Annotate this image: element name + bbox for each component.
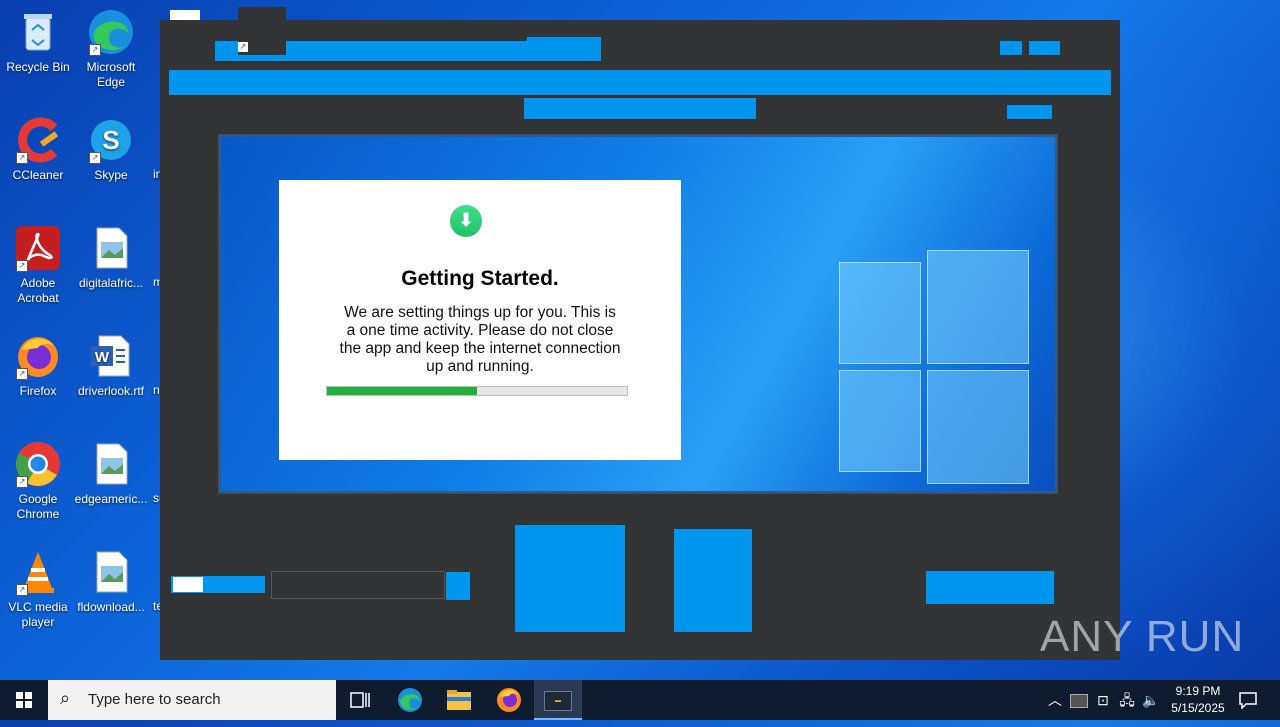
windows-start-icon bbox=[16, 692, 32, 708]
taskbar-edge-icon[interactable] bbox=[386, 680, 434, 720]
vlc-icon: ↗ bbox=[14, 548, 62, 596]
progress-fill bbox=[327, 387, 477, 395]
desktop-icon-label: fldownload... bbox=[77, 600, 145, 614]
shortcut-arrow-icon: ↗ bbox=[16, 260, 28, 272]
minimize-button[interactable] bbox=[1000, 41, 1022, 55]
dialog-title: Getting Started. bbox=[401, 267, 559, 290]
desktop-icon-recycle-bin[interactable]: Recycle Bin bbox=[0, 8, 76, 75]
windows-logo-icon bbox=[839, 242, 1029, 484]
desktop-icon-label-partial: n bbox=[153, 383, 160, 397]
clock-date: 5/15/2025 bbox=[1171, 701, 1225, 715]
edge-icon: ↗ bbox=[87, 8, 135, 56]
desktop-icon-label: VLC media player bbox=[8, 600, 68, 629]
tray-app-icon[interactable] bbox=[1070, 680, 1088, 720]
browse-button[interactable] bbox=[446, 572, 470, 600]
recycle-bin-icon bbox=[14, 8, 62, 56]
taskbar: ⌕ Type here to search ▬ ︿ ⊡ 🖧 🔈 9:19 PM … bbox=[0, 680, 1280, 720]
chrome-icon: ↗ bbox=[14, 440, 62, 488]
anyrun-watermark: ANY RUN bbox=[1040, 612, 1245, 661]
dialog-message: We are setting things up for you. This i… bbox=[339, 304, 621, 375]
acrobat-icon: ↗ bbox=[14, 224, 62, 272]
shortcut-arrow-icon: ↗ bbox=[238, 42, 248, 52]
ccleaner-icon: ↗ bbox=[14, 116, 62, 164]
desktop-icon-label: Adobe Acrobat bbox=[17, 276, 59, 305]
taskbar-firefox-icon[interactable] bbox=[485, 680, 533, 720]
desktop-icon-edgeameric[interactable]: edgeameric... bbox=[73, 440, 149, 507]
shortcut-arrow-icon: ↗ bbox=[89, 152, 101, 164]
desktop-icon-chrome[interactable]: ↗ Google Chrome bbox=[0, 440, 76, 522]
desktop-icon-vlc[interactable]: ↗ VLC media player bbox=[0, 548, 76, 630]
path-input[interactable] bbox=[271, 571, 445, 599]
running-app-icon: ▬ bbox=[544, 691, 572, 711]
progress-bar bbox=[326, 386, 628, 396]
shortcut-arrow-icon: ↗ bbox=[16, 584, 28, 596]
desktop-icon-label: edgeameric... bbox=[74, 492, 148, 506]
close-button[interactable] bbox=[1029, 41, 1060, 55]
desktop-icon-edge[interactable]: ↗ Microsoft Edge bbox=[73, 8, 149, 90]
shortcut-arrow-icon: ↗ bbox=[89, 44, 101, 56]
banner-bar bbox=[169, 70, 1111, 95]
desktop-icon-driverlook[interactable]: W driverlook.rtf bbox=[73, 332, 149, 399]
desktop-icon-fldownload[interactable]: fldownload... bbox=[73, 548, 149, 615]
desktop-icon-skype[interactable]: S ↗ Skype bbox=[73, 116, 149, 183]
checkbox[interactable] bbox=[173, 577, 203, 592]
taskbar-running-app[interactable]: ▬ bbox=[534, 680, 582, 720]
image-file-icon bbox=[87, 548, 135, 596]
link-block[interactable] bbox=[1007, 105, 1052, 119]
meet-now-icon[interactable]: ⊡ bbox=[1094, 680, 1112, 720]
word-document-icon: W bbox=[87, 332, 135, 380]
shortcut-arrow-icon: ↗ bbox=[16, 368, 28, 380]
subtitle-block bbox=[524, 98, 756, 119]
header-block bbox=[527, 37, 601, 61]
search-icon: ⌕ bbox=[60, 688, 71, 708]
desktop-icon-firefox[interactable]: ↗ Firefox bbox=[0, 332, 76, 399]
file-explorer-icon[interactable] bbox=[435, 680, 483, 720]
desktop-icon-adobe-acrobat[interactable]: ↗ Adobe Acrobat bbox=[0, 224, 76, 306]
desktop-icon-label: Recycle Bin bbox=[6, 60, 70, 74]
image-file-icon bbox=[87, 224, 135, 272]
desktop-icon-label: Skype bbox=[94, 168, 128, 182]
feature-tile-1[interactable] bbox=[515, 525, 625, 632]
show-hidden-icons-chevron-icon[interactable]: ︿ bbox=[1046, 680, 1064, 720]
desktop-icon-label: Microsoft Edge bbox=[86, 60, 136, 89]
network-icon[interactable]: 🖧 bbox=[1118, 680, 1136, 720]
desktop-icon-label: digitalafric... bbox=[78, 276, 144, 290]
image-file-icon bbox=[87, 440, 135, 488]
next-button[interactable] bbox=[926, 571, 1054, 604]
notifications-icon[interactable] bbox=[1236, 680, 1260, 720]
clock[interactable]: 9:19 PM 5/15/2025 bbox=[1160, 683, 1236, 717]
desktop-icon-label: driverlook.rtf bbox=[77, 384, 145, 398]
shortcut-arrow-icon: ↗ bbox=[16, 476, 28, 488]
taskbar-search[interactable]: ⌕ Type here to search bbox=[48, 680, 336, 720]
volume-icon[interactable]: 🔈 bbox=[1142, 680, 1160, 720]
feature-tile-2[interactable] bbox=[674, 529, 752, 632]
search-placeholder: Type here to search bbox=[88, 691, 221, 708]
clock-time: 9:19 PM bbox=[1175, 684, 1221, 698]
svg-text:W: W bbox=[95, 349, 110, 366]
desktop-icon-ccleaner[interactable]: ↗ CCleaner bbox=[0, 116, 76, 183]
start-button[interactable] bbox=[0, 680, 48, 720]
svg-text:S: S bbox=[102, 125, 119, 155]
desktop-icon-label: Google Chrome bbox=[16, 492, 60, 521]
task-view-icon[interactable] bbox=[336, 680, 384, 720]
firefox-icon: ↗ bbox=[14, 332, 62, 380]
desktop-icon-label: Firefox bbox=[19, 384, 57, 398]
desktop-icon-label: CCleaner bbox=[12, 168, 64, 182]
getting-started-dialog: ⬇ Getting Started. We are setting things… bbox=[279, 180, 681, 460]
download-icon: ⬇ bbox=[450, 205, 482, 237]
shortcut-arrow-icon: ↗ bbox=[16, 152, 28, 164]
desktop-icon-digitalafric[interactable]: digitalafric... bbox=[73, 224, 149, 291]
skype-icon: S ↗ bbox=[87, 116, 135, 164]
